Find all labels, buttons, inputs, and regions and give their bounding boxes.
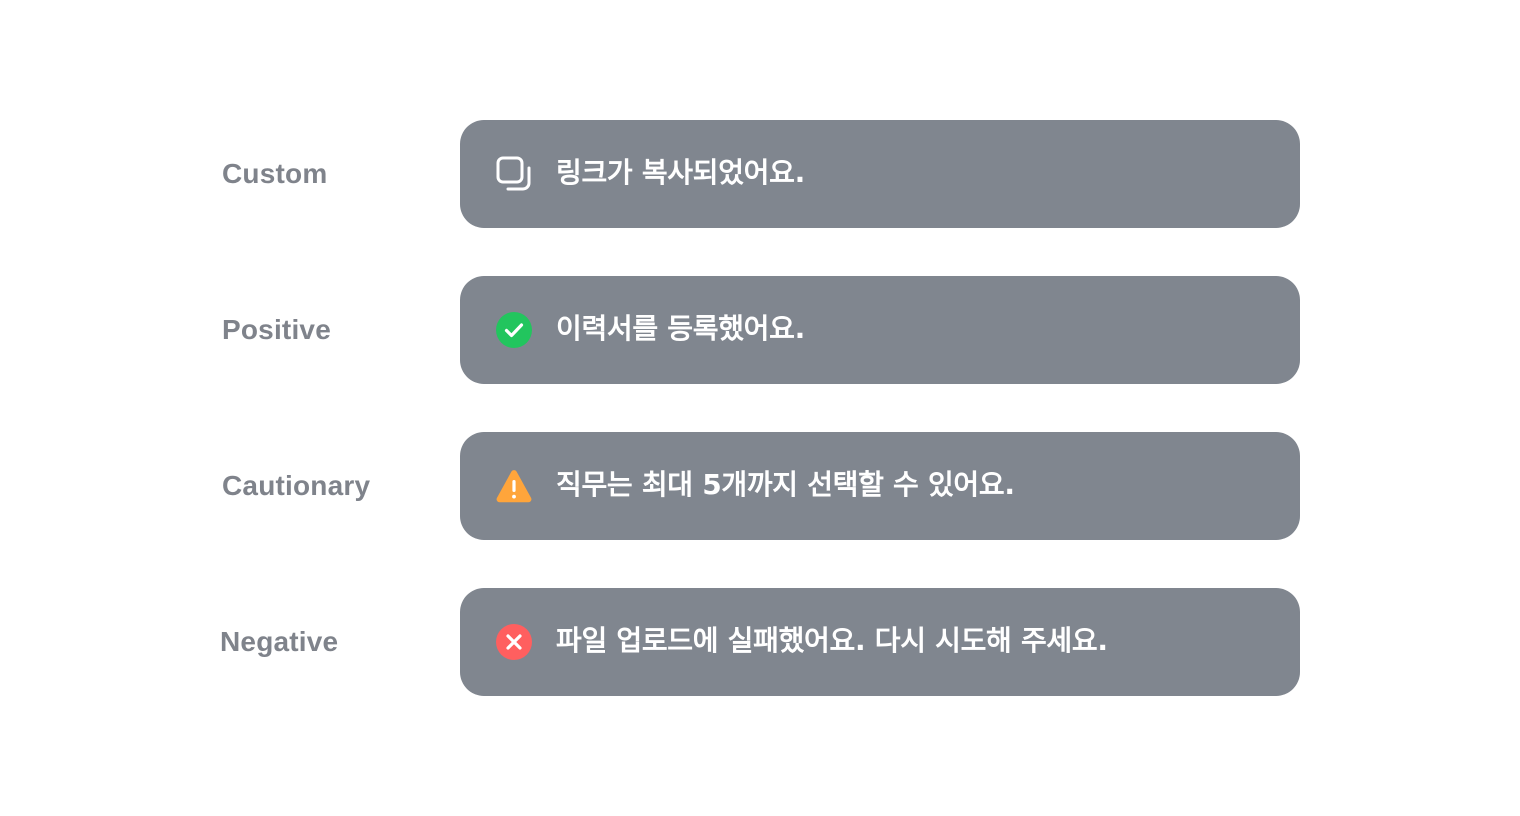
toast-message: 이력서를 등록했어요. [556,312,805,345]
toast-type-label: Cautionary [222,470,371,501]
toast-row-cautionary: Cautionary 직무는 최대 5개까지 선택할 수 있어요. [0,432,1520,540]
toast-type-label: Custom [222,158,328,189]
toast-type-label: Negative [220,626,339,657]
toast-type-label: Positive [222,314,331,345]
toast-row-custom: Custom 링크가 복사되었어요. [0,120,1520,228]
warning-triangle-icon [496,468,532,504]
toast-row-positive: Positive 이력서를 등록했어요. [0,276,1520,384]
close-circle-icon [496,624,532,660]
toast-positive[interactable]: 이력서를 등록했어요. [460,276,1300,384]
toast-row-negative: Negative 파일 업로드에 실패했어요. 다시 시도해 주세요. [0,588,1520,696]
toast-negative[interactable]: 파일 업로드에 실패했어요. 다시 시도해 주세요. [460,588,1300,696]
check-circle-icon [496,312,532,348]
toast-cautionary[interactable]: 직무는 최대 5개까지 선택할 수 있어요. [460,432,1300,540]
toast-message: 링크가 복사되었어요. [556,156,805,189]
copy-icon [496,156,532,192]
toast-message: 직무는 최대 5개까지 선택할 수 있어요. [556,468,1015,501]
toast-custom[interactable]: 링크가 복사되었어요. [460,120,1300,228]
toast-message: 파일 업로드에 실패했어요. 다시 시도해 주세요. [556,624,1108,657]
